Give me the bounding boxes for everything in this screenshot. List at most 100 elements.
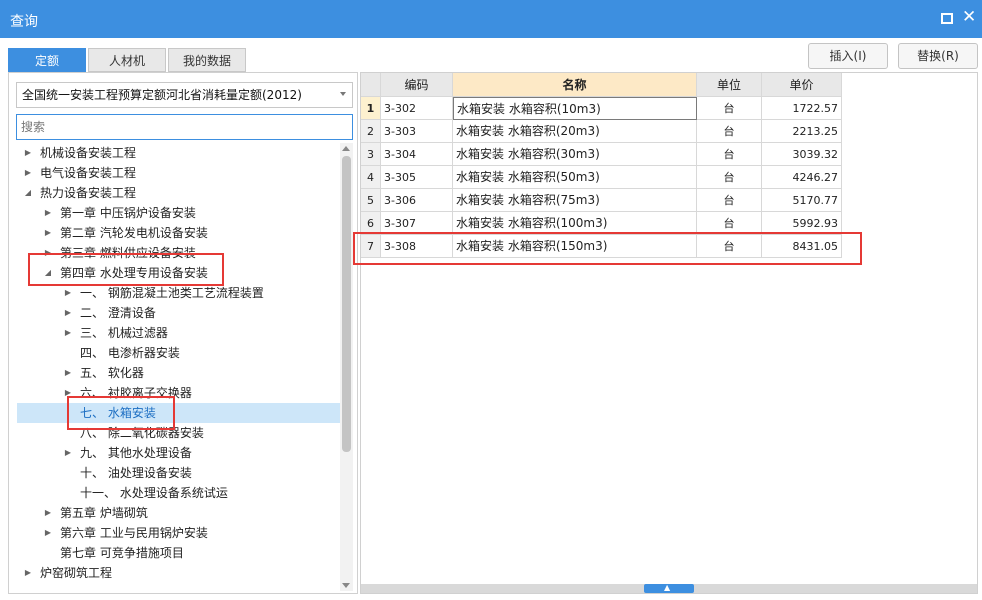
replace-button[interactable]: 替换(R) — [898, 43, 978, 69]
tree-node[interactable]: 第七章 可竞争措施项目 — [17, 543, 340, 563]
expand-arrow-icon[interactable]: ◢ — [23, 183, 33, 203]
maximize-icon[interactable] — [941, 13, 953, 24]
tree-node-label: 十、 油处理设备安装 — [80, 466, 192, 480]
tree-node-label: 十一、 水处理设备系统试运 — [80, 486, 228, 500]
table-cell[interactable]: 3-302 — [381, 97, 453, 120]
tree-node[interactable]: ▶ 第一章 中压锅炉设备安装 — [17, 203, 340, 223]
collapse-arrow-icon[interactable]: ▶ — [63, 443, 73, 463]
highlight-box-row-7 — [353, 232, 862, 265]
tab-quota[interactable]: 定额 — [8, 48, 86, 72]
tree-node-label: 第一章 中压锅炉设备安装 — [60, 206, 196, 220]
row-number[interactable]: 2 — [361, 120, 381, 143]
tree-node[interactable]: ▶ 电气设备安装工程 — [17, 163, 340, 183]
tree-node-label: 九、 其他水处理设备 — [80, 446, 192, 460]
close-icon[interactable]: ✕ — [962, 7, 976, 27]
tree-node[interactable]: ▶ 炉窑砌筑工程 — [17, 563, 340, 583]
tree-node[interactable]: ▶ 第二章 汽轮发电机设备安装 — [17, 223, 340, 243]
table-cell[interactable]: 水箱安装 水箱容积(50m3) — [453, 166, 697, 189]
tree-node-label: 热力设备安装工程 — [40, 186, 137, 200]
tree-node[interactable]: 十一、 水处理设备系统试运 — [17, 483, 340, 503]
tree-node[interactable]: ▶ 机械设备安装工程 — [17, 143, 340, 163]
scrollbar-thumb[interactable] — [342, 156, 351, 452]
row-number[interactable]: 4 — [361, 166, 381, 189]
tree-node-label: 第二章 汽轮发电机设备安装 — [60, 226, 208, 240]
tree-scrollbar[interactable] — [340, 143, 353, 591]
collapse-arrow-icon[interactable]: ▶ — [63, 323, 73, 343]
title-bar: 查询 ✕ — [0, 0, 982, 38]
table-cell[interactable]: 水箱安装 水箱容积(30m3) — [453, 143, 697, 166]
quota-library-value: 全国统一安装工程预算定额河北省消耗量定额(2012) — [22, 88, 302, 102]
tree-node-label: 炉窑砌筑工程 — [40, 566, 113, 580]
collapse-arrow-icon[interactable]: ▶ — [43, 203, 53, 223]
tree-node-label: 三、 机械过滤器 — [80, 326, 168, 340]
grid-horizontal-scrollbar[interactable]: ▲ — [361, 583, 977, 593]
tree-node-label: 机械设备安装工程 — [40, 146, 137, 160]
collapse-arrow-icon[interactable]: ▶ — [63, 283, 73, 303]
tree-node[interactable]: ▶ 三、 机械过滤器 — [17, 323, 340, 343]
table-cell[interactable]: 3-304 — [381, 143, 453, 166]
table-cell[interactable]: 台 — [697, 166, 762, 189]
collapse-arrow-icon[interactable]: ▶ — [63, 303, 73, 323]
tree-node[interactable]: 七、 水箱安装 — [17, 403, 340, 423]
tree-node[interactable]: ▶ 第六章 工业与民用锅炉安装 — [17, 523, 340, 543]
scroll-up-icon[interactable] — [342, 146, 350, 151]
collapse-arrow-icon[interactable]: ▶ — [43, 503, 53, 523]
chevron-down-icon — [340, 92, 346, 96]
collapse-arrow-icon[interactable]: ▶ — [63, 363, 73, 383]
table-cell[interactable]: 1722.57 — [762, 97, 842, 120]
table-cell[interactable]: 3-306 — [381, 189, 453, 212]
table-cell[interactable]: 水箱安装 水箱容积(75m3) — [453, 189, 697, 212]
column-header-price[interactable]: 单价 — [762, 73, 842, 97]
row-number[interactable]: 3 — [361, 143, 381, 166]
search-input[interactable] — [16, 114, 353, 140]
collapse-arrow-icon[interactable]: ▶ — [23, 143, 33, 163]
row-number[interactable]: 5 — [361, 189, 381, 212]
tree-node-label: 第六章 工业与民用锅炉安装 — [60, 526, 208, 540]
table-cell[interactable]: 2213.25 — [762, 120, 842, 143]
table-cell[interactable]: 台 — [697, 120, 762, 143]
tree-node-label: 二、 澄清设备 — [80, 306, 156, 320]
tree-node-label: 第七章 可竞争措施项目 — [60, 546, 184, 560]
tree-node-label: 一、 钢筋混凝土池类工艺流程装置 — [80, 286, 264, 300]
table-cell[interactable]: 4246.27 — [762, 166, 842, 189]
highlight-box-water-tank — [67, 396, 175, 430]
chapter-tree: ▶ 机械设备安装工程 ▶ 电气设备安装工程 ◢ 热力设备安装工程 ▶ 第一章 中压锅炉设备安装… — [17, 143, 340, 591]
collapse-arrow-icon[interactable]: ▶ — [23, 563, 33, 583]
tab-my-data[interactable]: 我的数据 — [168, 48, 246, 72]
row-number[interactable]: 1 — [361, 97, 381, 120]
table-cell[interactable]: 台 — [697, 97, 762, 120]
scroll-down-icon[interactable] — [342, 583, 350, 588]
column-header-name[interactable]: 名称 — [453, 73, 697, 97]
table-cell[interactable]: 台 — [697, 143, 762, 166]
collapse-arrow-icon[interactable]: ▶ — [23, 163, 33, 183]
collapse-arrow-icon[interactable]: ▶ — [43, 223, 53, 243]
column-header-unit[interactable]: 单位 — [697, 73, 762, 97]
window-title: 查询 — [10, 14, 38, 30]
collapse-arrow-icon[interactable]: ▶ — [43, 523, 53, 543]
insert-button[interactable]: 插入(I) — [808, 43, 888, 69]
table-cell[interactable]: 3-305 — [381, 166, 453, 189]
table-cell[interactable]: 台 — [697, 189, 762, 212]
tree-node[interactable]: ▶ 二、 澄清设备 — [17, 303, 340, 323]
tree-node[interactable]: ◢ 热力设备安装工程 — [17, 183, 340, 203]
table-cell[interactable]: 5170.77 — [762, 189, 842, 212]
splitter-grip[interactable]: ▲ — [644, 583, 694, 593]
tree-node[interactable]: 四、 电渗析器安装 — [17, 343, 340, 363]
table-cell[interactable]: 3-303 — [381, 120, 453, 143]
tree-node[interactable]: 十、 油处理设备安装 — [17, 463, 340, 483]
quota-library-select[interactable]: 全国统一安装工程预算定额河北省消耗量定额(2012) — [16, 82, 353, 108]
table-cell[interactable]: 3039.32 — [762, 143, 842, 166]
tree-node-label: 五、 软化器 — [80, 366, 144, 380]
tree-node[interactable]: 八、 除二氧化碳器安装 — [17, 423, 340, 443]
chevron-up-icon: ▲ — [664, 583, 671, 592]
tree-node[interactable]: ▶ 第五章 炉墙砌筑 — [17, 503, 340, 523]
column-header-code[interactable]: 编码 — [381, 73, 453, 97]
tree-node[interactable]: ▶ 五、 软化器 — [17, 363, 340, 383]
tree-node-label: 电气设备安装工程 — [40, 166, 137, 180]
table-cell[interactable]: 水箱安装 水箱容积(10m3) — [453, 97, 697, 120]
table-cell[interactable]: 水箱安装 水箱容积(20m3) — [453, 120, 697, 143]
tree-node[interactable]: ▶ 一、 钢筋混凝土池类工艺流程装置 — [17, 283, 340, 303]
tab-labor-material-machine[interactable]: 人材机 — [88, 48, 166, 72]
tree-node[interactable]: ▶ 九、 其他水处理设备 — [17, 443, 340, 463]
tree-node[interactable]: ▶ 六、 衬胶离子交换器 — [17, 383, 340, 403]
